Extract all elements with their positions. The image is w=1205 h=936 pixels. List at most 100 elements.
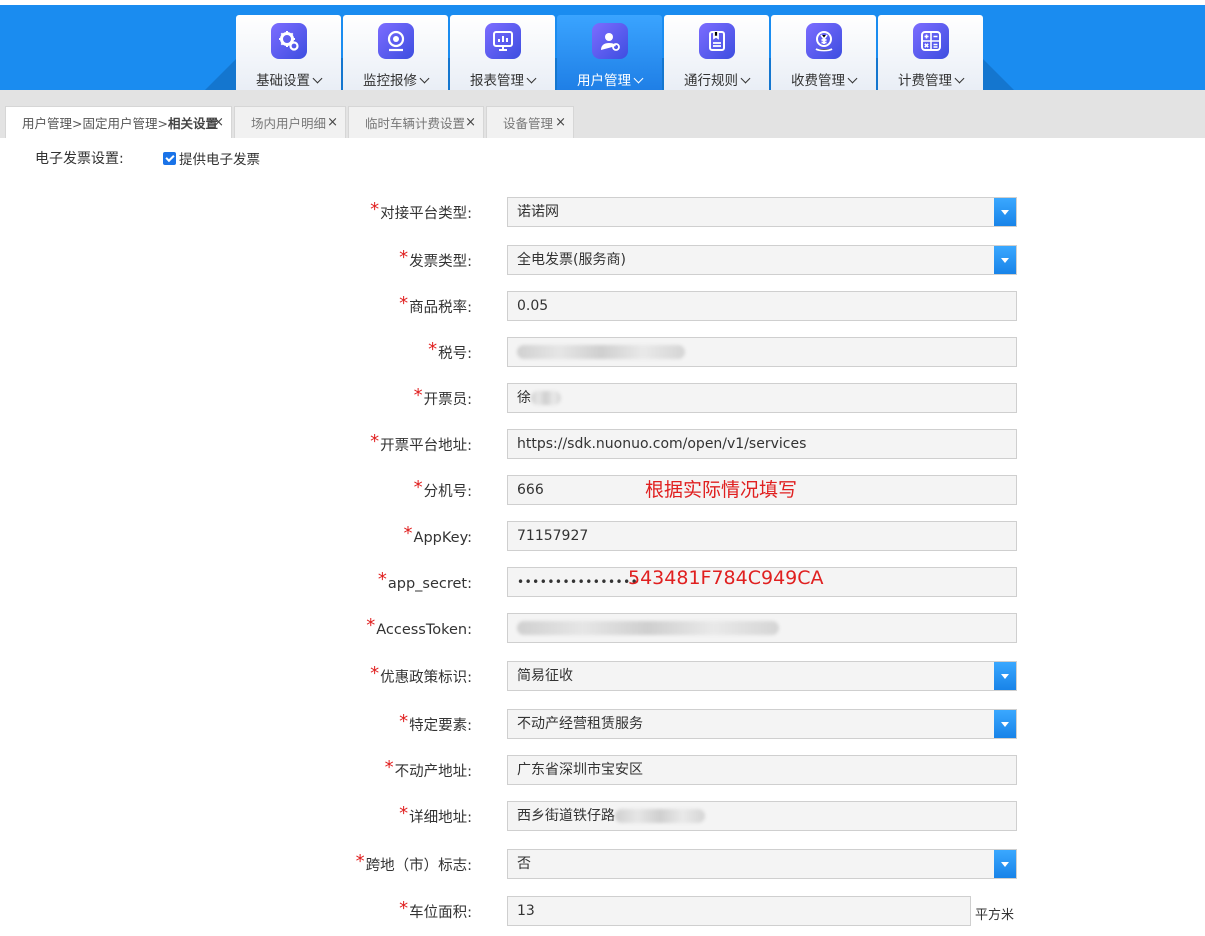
close-icon[interactable]: × [327,115,338,130]
form-row-issuer: *开票员: 徐 [0,383,1205,413]
form-row-cross-region: *跨地（市）标志: 否 [0,849,1205,879]
camera-icon [378,23,414,59]
policy-flag-select[interactable]: 简易征收 [507,661,1017,691]
dropdown-arrow-icon[interactable] [994,662,1016,690]
form-row-tax-number: *税号: [0,337,1205,367]
tax-number-input[interactable] [507,337,1017,367]
field-label: AccessToken: [376,622,472,638]
redacted-value [615,809,705,823]
nav-tab-user-management[interactable]: 用户管理 [557,15,662,90]
invoice-settings-label: 电子发票设置: [35,151,124,167]
parking-area-input[interactable]: 13 [507,896,971,926]
required-mark: * [384,757,394,778]
chevron-down-icon [633,73,644,84]
required-mark: * [355,851,365,872]
field-label: 优惠政策标识: [380,670,472,686]
invoice-type-select[interactable]: 全电发票(服务商) [507,245,1017,275]
provide-invoice-checkbox[interactable]: 提供电子发票 [163,148,260,168]
close-icon[interactable]: × [213,115,224,130]
access-token-input[interactable] [507,613,1017,643]
field-label: 税号: [438,346,472,362]
nav-tab-billing[interactable]: 计费管理 [878,15,983,90]
calculator-icon [913,23,949,59]
platform-type-select[interactable]: 诺诺网 [507,197,1017,227]
redacted-value [517,345,685,359]
chevron-down-icon [954,73,965,84]
nav-tab-reports[interactable]: 报表管理 [450,15,555,90]
specific-element-select[interactable]: 不动产经营租赁服务 [507,709,1017,739]
chevron-down-icon [847,73,858,84]
extension-note: 根据实际情况填写 [645,479,798,501]
chevron-down-icon [740,73,751,84]
field-label: 对接平台类型: [380,206,472,222]
required-mark: * [399,803,409,824]
yuan-coin-icon [806,23,842,59]
chevron-down-icon [526,73,537,84]
field-label: 开票员: [423,392,472,408]
platform-url-input[interactable]: https://sdk.nuonuo.com/open/v1/services [507,429,1017,459]
page-tab-temp-vehicle-billing[interactable]: 临时车辆计费设置 × [348,106,484,138]
page-tab-onsite-users[interactable]: 场内用户明细 × [234,106,346,138]
dropdown-arrow-icon[interactable] [994,246,1016,274]
form-row-extension: *分机号: 666 根据实际情况填写 [0,475,1205,505]
required-mark: * [370,431,380,452]
report-chart-icon [485,23,521,59]
form-row-policy-flag: *优惠政策标识: 简易征收 [0,661,1205,691]
nav-tab-fee-management[interactable]: 收费管理 [771,15,876,90]
issuer-value: 徐 [517,390,531,406]
form-row-tax-rate: *商品税率: 0.05 [0,291,1205,321]
dropdown-arrow-icon[interactable] [994,850,1016,878]
nav-tab-basic-settings[interactable]: 基础设置 [236,15,341,90]
area-unit-label: 平方米 [975,908,1015,923]
detail-address-value: 西乡街道铁仔路 [517,808,615,824]
detail-address-input[interactable]: 西乡街道铁仔路 [507,801,1017,831]
redacted-value [517,621,779,635]
nav-tab-access-rules[interactable]: 通行规则 [664,15,769,90]
nav-tab-label: 报表管理 [470,73,524,89]
user-settings-icon [592,23,628,59]
close-icon[interactable]: × [555,115,566,130]
appkey-input[interactable]: 71157927 [507,521,1017,551]
property-address-input[interactable]: 广东省深圳市宝安区 [507,755,1017,785]
nav-wing-left [205,58,237,90]
app-secret-note: 543481F784C949CA [628,567,824,589]
dropdown-arrow-icon[interactable] [994,710,1016,738]
tax-rate-input[interactable]: 0.05 [507,291,1017,321]
required-mark: * [366,615,376,636]
select-value: 不动产经营租赁服务 [517,716,643,732]
field-label: 详细地址: [409,810,472,826]
required-mark: * [413,477,423,498]
field-label: 跨地（市）标志: [365,858,472,874]
field-label: AppKey: [413,530,472,546]
page-tab-breadcrumb: 用户管理>固定用户管理> [22,116,168,131]
issuer-input[interactable]: 徐 [507,383,1017,413]
close-icon[interactable]: × [465,115,476,130]
rule-book-icon [699,23,735,59]
nav-tab-label: 计费管理 [898,73,952,89]
masked-password: •••••••••••••••• [517,575,639,589]
form-row-platform-type: *对接平台类型: 诺诺网 [0,197,1205,227]
checkbox-label: 提供电子发票 [179,152,260,168]
field-label: 开票平台地址: [380,438,472,454]
field-label: 车位面积: [409,905,472,921]
form-row-platform-url: *开票平台地址: https://sdk.nuonuo.com/open/v1/… [0,429,1205,459]
checkbox-checked-icon[interactable] [163,151,176,165]
form-row-app-secret: *app_secret: •••••••••••••••• 543481F784… [0,567,1205,597]
form-row-appkey: *AppKey: 71157927 [0,521,1205,551]
required-mark: * [399,711,409,732]
page-tab-label: 临时车辆计费设置 [365,116,466,131]
redacted-value [531,391,561,405]
required-mark: * [403,523,413,544]
page-tab-device-management[interactable]: 设备管理 × [486,106,574,138]
dropdown-arrow-icon[interactable] [994,198,1016,226]
select-value: 否 [517,856,531,872]
page-tab-related-settings[interactable]: 用户管理>固定用户管理> 相关设置 × [5,106,232,138]
field-label: app_secret: [387,576,472,592]
select-value: 全电发票(服务商) [517,252,626,268]
cross-region-select[interactable]: 否 [507,849,1017,879]
form-row-access-token: *AccessToken: [0,613,1205,643]
main-nav: 基础设置 监控报修 报表管理 用户管理 通行规则 收费管理 计费管理 [236,15,985,90]
required-mark: * [399,247,409,268]
nav-tab-monitor-repair[interactable]: 监控报修 [343,15,448,90]
chevron-down-icon [419,73,430,84]
